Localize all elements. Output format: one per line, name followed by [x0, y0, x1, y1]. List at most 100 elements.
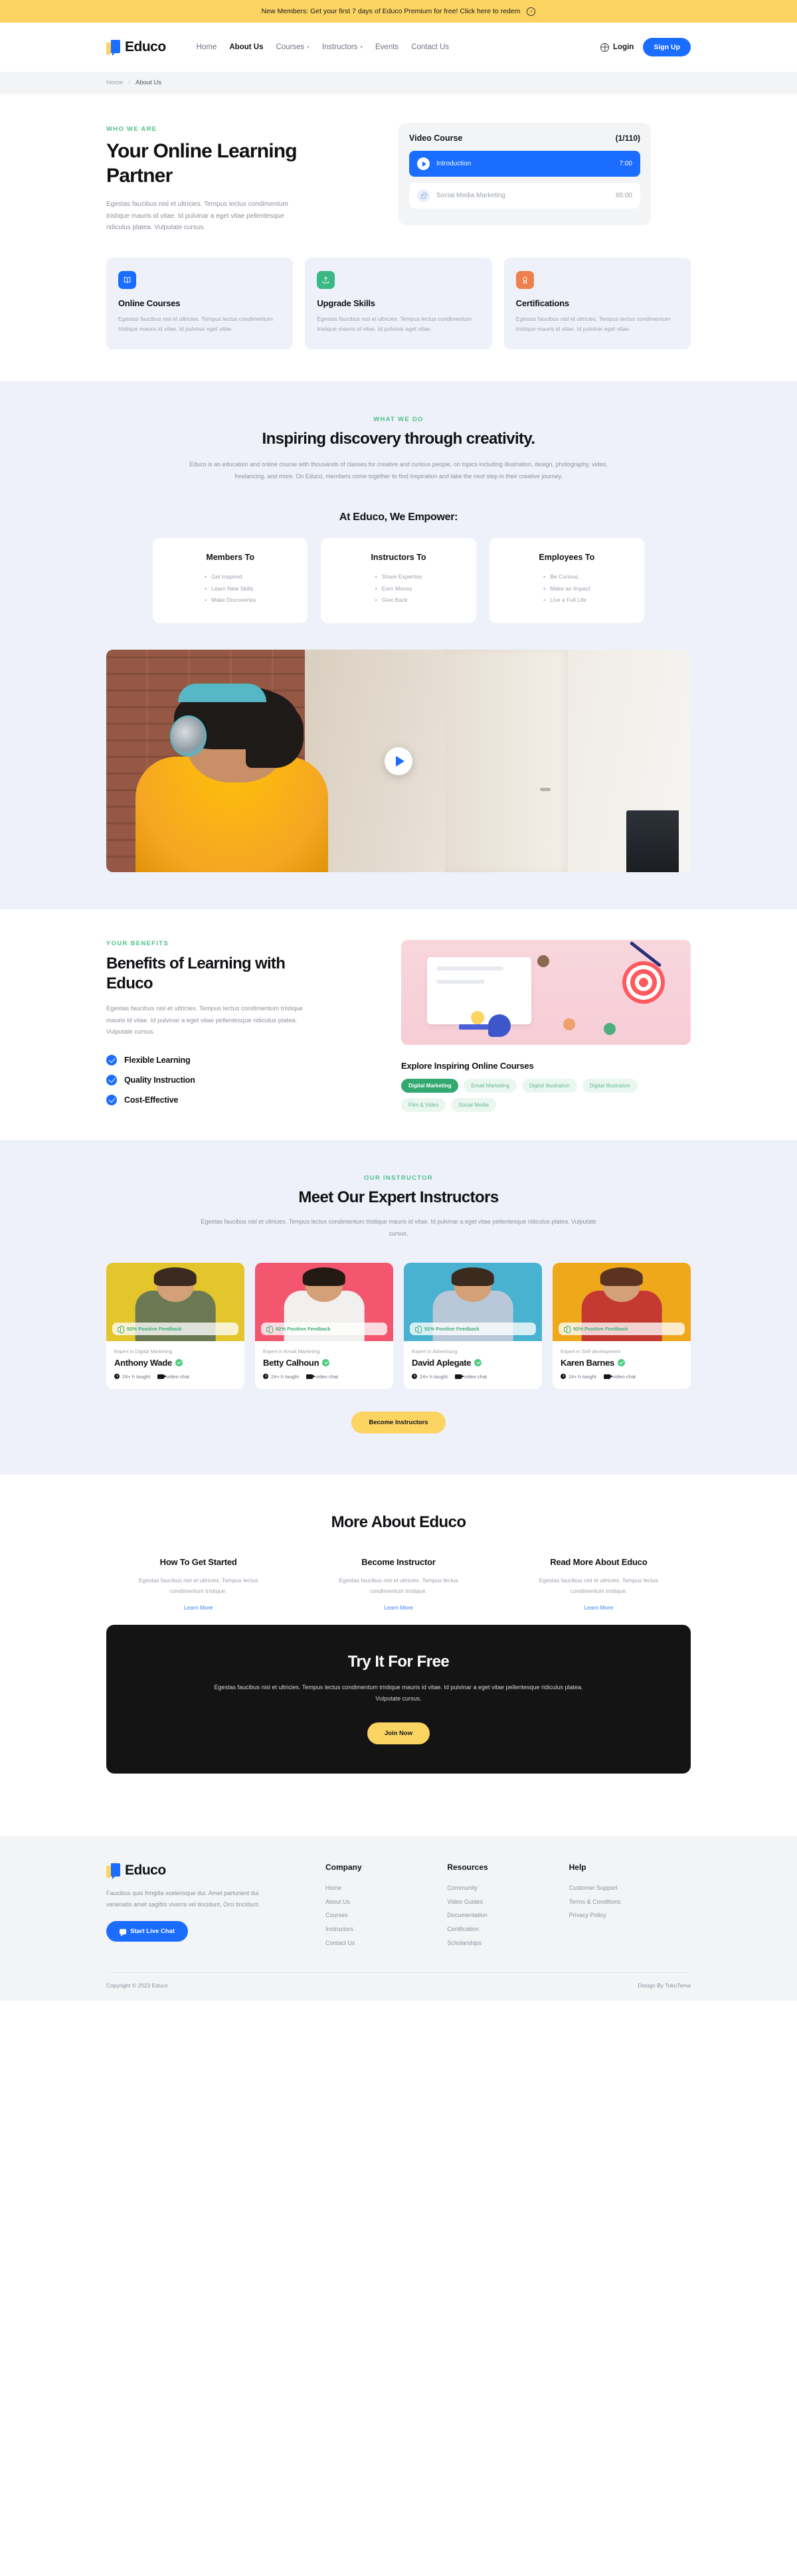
- footer-link-community[interactable]: Community: [447, 1881, 569, 1895]
- list-item: Live a Full Life: [543, 595, 590, 606]
- announcement-bar[interactable]: New Members: Get your first 7 days of Ed…: [0, 0, 797, 23]
- arrow-circle-icon[interactable]: ›: [527, 7, 536, 16]
- book-icon: [118, 270, 136, 289]
- nav-item-home[interactable]: Home: [197, 43, 217, 51]
- instructor-expertise: Expert in Self-development: [561, 1348, 621, 1354]
- lesson-row-introduction[interactable]: Introduction 7:00: [409, 151, 640, 177]
- feature-card-online-courses[interactable]: Online Courses Egestas faucibus nisl et …: [106, 257, 294, 350]
- more-about-title: More About Educo: [331, 1513, 466, 1531]
- benefits-title: Benefits of Learning with Educo: [106, 955, 286, 993]
- video-camera-icon: [603, 1374, 613, 1379]
- learn-more-link[interactable]: Learn More: [184, 1604, 213, 1611]
- start-live-chat-button[interactable]: Start Live Chat: [106, 1921, 189, 1942]
- thumbs-up-icon: [266, 1325, 273, 1333]
- footer-link-terms-conditions[interactable]: Terms & Conditions: [569, 1895, 691, 1909]
- book-logo-icon: [106, 40, 120, 56]
- footer-column-title: Company: [325, 1862, 362, 1872]
- cta-banner: Try It For Free Egestas faucibus nisl et…: [106, 1624, 691, 1774]
- instructor-card-anthony-wade[interactable]: 92% Positive Feedback Expert in Digital …: [106, 1262, 244, 1389]
- nav-item-events[interactable]: Events: [375, 43, 398, 51]
- footer-column-company: Company Home About Us Courses Instructor…: [325, 1863, 447, 1950]
- empower-card-title: Employees To: [539, 553, 595, 563]
- video-camera-icon: [306, 1374, 315, 1379]
- verified-icon: [474, 1358, 482, 1366]
- chat-label: video chat: [315, 1373, 339, 1380]
- video-camera-icon: [157, 1374, 167, 1379]
- nav-item-courses[interactable]: Courses ▾: [276, 43, 309, 51]
- footer-link-contact-us[interactable]: Contact Us: [325, 1936, 447, 1950]
- footer-link-courses[interactable]: Courses: [325, 1908, 447, 1922]
- instructor-name: Anthony Wade: [114, 1357, 172, 1368]
- chip-film-and-video[interactable]: Film & Video: [401, 1098, 446, 1113]
- instructor-hours: 24+ h taught: [561, 1374, 596, 1380]
- upload-icon: [317, 270, 335, 289]
- instructors-body: Egestas faucibus nisl et ultricies. Temp…: [201, 1218, 596, 1238]
- check-icon: [106, 1094, 117, 1105]
- footer-link-documentation[interactable]: Documentation: [447, 1908, 569, 1922]
- breadcrumb-current: About Us: [135, 79, 162, 86]
- clock-icon: [114, 1374, 120, 1380]
- chip-social-media[interactable]: Social Media: [451, 1098, 497, 1113]
- cta-body: Egestas faucibus nisl et ultricies. Temp…: [214, 1683, 583, 1702]
- avatar: 92% Positive Feedback: [404, 1262, 542, 1341]
- instructor-card-david-aplegate[interactable]: 92% Positive Feedback Expert in Advertis…: [404, 1262, 542, 1389]
- breadcrumb-separator: /: [128, 79, 130, 86]
- feature-card-certifications[interactable]: Certifications Egestas faucibus nisl et …: [503, 257, 691, 350]
- chip-digital-illustration[interactable]: Digital Illustration: [521, 1079, 577, 1093]
- hero-body: Egestas faucibus nisl et ultricies. Temp…: [106, 201, 288, 232]
- play-icon: [417, 157, 430, 170]
- status-badge: 92% Positive Feedback: [410, 1322, 536, 1335]
- clock-icon: [412, 1374, 417, 1380]
- breadcrumb-home[interactable]: Home: [106, 79, 123, 86]
- learn-more-link[interactable]: Learn More: [384, 1604, 412, 1611]
- cta-title: Try It For Free: [347, 1652, 450, 1671]
- footer-link-instructors[interactable]: Instructors: [325, 1922, 447, 1936]
- instructor-chat: video chat: [306, 1374, 338, 1380]
- check-icon: [106, 1074, 117, 1085]
- footer-link-certification[interactable]: Certification: [447, 1922, 569, 1936]
- nav-label: Home: [196, 43, 217, 51]
- nav-label: Contact Us: [411, 43, 450, 51]
- footer-link-video-guides[interactable]: Video Guides: [447, 1895, 569, 1909]
- feature-title: Online Courses: [118, 298, 181, 308]
- instructors-eyebrow: OUR INSTRUCTOR: [363, 1174, 434, 1182]
- join-now-button[interactable]: Join Now: [367, 1722, 430, 1744]
- chip-digital-illustration-2[interactable]: Digital Illustration: [582, 1079, 638, 1093]
- instructor-card-karen-barnes[interactable]: 92% Positive Feedback Expert in Self-dev…: [553, 1262, 691, 1389]
- nav-item-contact-us[interactable]: Contact Us: [411, 43, 449, 51]
- lesson-row-social-media-marketing[interactable]: Social Media Marketing 65:00: [409, 183, 640, 209]
- nav-label: Courses: [276, 43, 305, 51]
- footer-link-about-us[interactable]: About Us: [325, 1895, 447, 1909]
- hours-label: 24+ h taught: [569, 1373, 596, 1380]
- instructor-card-betty-calhoun[interactable]: 92% Positive Feedback Expert in Email Ma…: [255, 1262, 393, 1389]
- footer-link-scholarships[interactable]: Scholarships: [447, 1936, 569, 1950]
- login-link[interactable]: Login: [600, 43, 634, 52]
- nav-item-about-us[interactable]: About Us: [229, 43, 263, 51]
- footer-link-home[interactable]: Home: [325, 1881, 447, 1895]
- promo-video[interactable]: [106, 650, 691, 873]
- logo[interactable]: Educo: [106, 39, 166, 56]
- become-instructors-button[interactable]: Become Instructors: [351, 1411, 446, 1433]
- more-column-title: How To Get Started: [159, 1556, 237, 1567]
- benefit-item-flexible-learning: Flexible Learning: [106, 1054, 372, 1065]
- instructor-hours: 24+ h taught: [263, 1374, 299, 1380]
- chat-label: video chat: [612, 1373, 636, 1380]
- play-icon[interactable]: [385, 747, 412, 775]
- instructors-section: OUR INSTRUCTOR Meet Our Expert Instructo…: [0, 1140, 797, 1475]
- status-badge: 92% Positive Feedback: [261, 1322, 387, 1335]
- instructor-expertise: Expert in Advertising: [412, 1348, 458, 1354]
- footer-link-privacy-policy[interactable]: Privacy Policy: [569, 1908, 691, 1922]
- feature-card-upgrade-skills[interactable]: Upgrade Skills Egestas faucibus nisl et …: [305, 257, 492, 350]
- more-column-title: Read More About Educo: [550, 1556, 648, 1567]
- page-title: Your Online Learning Partner: [106, 140, 298, 187]
- more-column-body: Egestas faucibus nisl et ultricies. Temp…: [539, 1576, 658, 1594]
- chip-email-marketing[interactable]: Email Marketing: [464, 1079, 517, 1093]
- nav-item-instructors[interactable]: Instructors ▾: [322, 43, 363, 51]
- lesson-label: Introduction: [436, 160, 472, 167]
- signup-button[interactable]: Sign Up: [643, 38, 691, 56]
- footer-link-customer-support[interactable]: Customer Support: [569, 1881, 691, 1895]
- list-item: Earn Money: [375, 583, 422, 595]
- chip-digital-marketing[interactable]: Digital Marketing: [401, 1079, 459, 1093]
- learn-more-link[interactable]: Learn More: [584, 1604, 613, 1611]
- footer-logo[interactable]: Educo: [106, 1863, 325, 1879]
